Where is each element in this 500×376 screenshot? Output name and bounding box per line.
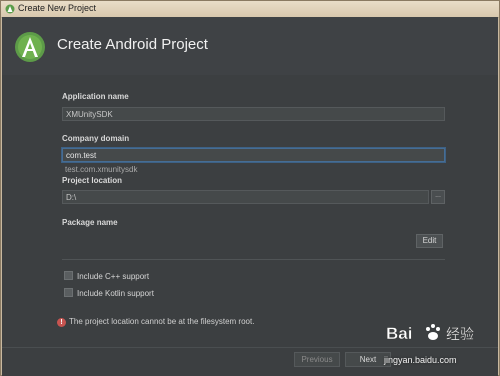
form-divider [62, 259, 445, 260]
project-location-label: Project location [62, 176, 123, 185]
error-message: ! The project location cannot be at the f… [57, 317, 254, 327]
error-icon: ! [57, 318, 66, 327]
include-cpp-label: Include C++ support [77, 272, 150, 281]
edit-package-button[interactable]: Edit [416, 234, 443, 248]
include-kotlin-option[interactable]: Include Kotlin support [64, 288, 154, 298]
title-bar: Create New Project [1, 1, 499, 18]
android-studio-logo-icon [15, 32, 45, 62]
previous-button[interactable]: Previous [294, 352, 340, 367]
android-studio-icon [5, 4, 15, 14]
window-title: Create New Project [18, 3, 97, 13]
create-project-window: Create New Project Create Android Projec… [0, 0, 500, 376]
application-name-label: Application name [62, 92, 129, 101]
include-kotlin-checkbox[interactable] [64, 288, 73, 297]
package-name-label: Package name [62, 218, 118, 227]
baidu-jingyan-watermark-logo: Bai 经验 [386, 324, 474, 343]
include-kotlin-label: Include Kotlin support [77, 289, 154, 298]
svg-text:Bai: Bai [386, 324, 412, 343]
page-title: Create Android Project [57, 36, 208, 53]
company-domain-label: Company domain [62, 134, 130, 143]
svg-text:经验: 经验 [446, 327, 474, 343]
error-text: The project location cannot be at the fi… [69, 317, 255, 326]
project-location-field[interactable]: D:\ [62, 190, 429, 204]
form-panel: Application name XMUnitySDK Company doma… [2, 75, 498, 347]
watermark-url: jingyan.baidu.com [384, 355, 457, 365]
package-name-value: test.com.xmunitysdk [65, 165, 138, 174]
company-domain-field[interactable]: com.test [62, 148, 445, 162]
application-name-field[interactable]: XMUnitySDK [62, 107, 445, 121]
browse-location-button[interactable]: ... [431, 190, 445, 204]
include-cpp-checkbox[interactable] [64, 271, 73, 280]
wizard-header: Create Android Project [2, 17, 498, 75]
include-cpp-option[interactable]: Include C++ support [64, 271, 149, 281]
